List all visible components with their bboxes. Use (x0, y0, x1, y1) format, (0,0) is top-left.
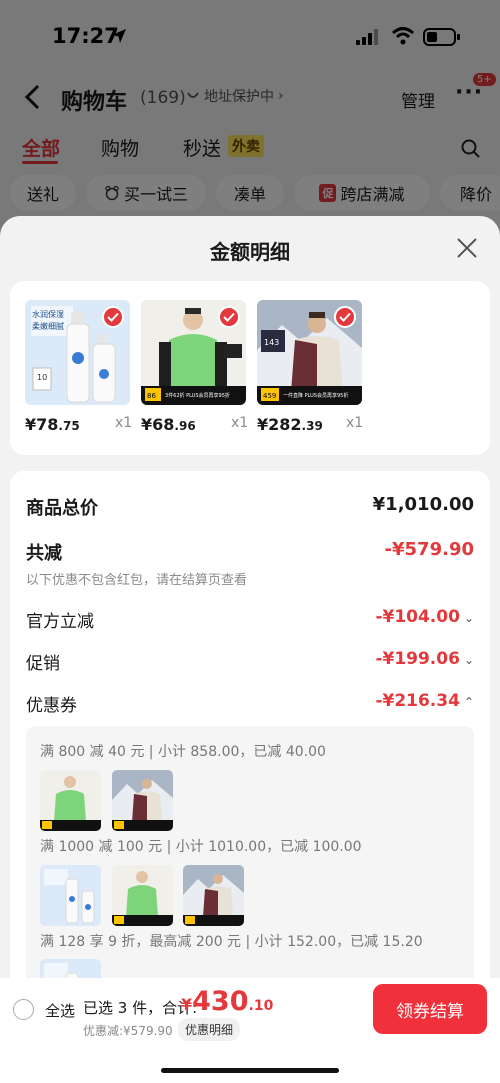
chevron-down-icon: ⌄ (463, 611, 474, 625)
coupon-product-shirt (112, 865, 173, 926)
svg-text:10: 10 (37, 373, 47, 382)
coupon-rule: 满 800 减 40 元 | 小计 858.00，已减 40.00 (40, 744, 326, 760)
total-price-label: 商品总价 (26, 498, 98, 519)
svg-text:一件直降 PLUS会员再享95折: 一件直降 PLUS会员再享95折 (283, 392, 348, 399)
checkout-bar: 全选 已选 3 件，合计: ¥430.10 优惠减:¥579.90 优惠明细 领… (0, 978, 500, 1083)
svg-text:水润保湿: 水润保湿 (32, 309, 64, 319)
product-image-skincare[interactable]: 水润保湿 柔嫩细腻 10 (25, 300, 130, 405)
product-thumbnails-card: 水润保湿 柔嫩细腻 10 ¥78.75 x1 86 3件62折 PLUS会员再享… (10, 281, 490, 455)
product-image-shirt[interactable]: 86 3件62折 PLUS会员再享95折 (141, 300, 246, 405)
svg-text:143: 143 (264, 338, 279, 347)
product-price: ¥68.96 (141, 415, 196, 434)
coupon-product-jacket (183, 865, 244, 926)
total-reduction-value: -¥579.90 (384, 539, 474, 560)
official-discount-label: 官方立减 (26, 612, 94, 632)
coupon-product-skincare (40, 865, 101, 926)
svg-text:3件62折 PLUS会员再享95折: 3件62折 PLUS会员再享95折 (165, 392, 230, 399)
svg-text:86: 86 (147, 392, 156, 400)
coupon-rule: 满 1000 减 100 元 | 小计 1010.00，已减 100.00 (40, 839, 362, 855)
selected-check-icon[interactable] (218, 306, 240, 328)
total-reduction-label: 共减 (26, 543, 62, 564)
coupon-product-shirt (40, 770, 101, 831)
home-indicator (161, 1068, 339, 1073)
sheet-title: 金额明细 (210, 240, 290, 264)
select-all-radio[interactable] (13, 999, 34, 1020)
svg-text:459: 459 (263, 392, 276, 400)
product-image-jacket[interactable]: 143 459 一件直降 PLUS会员再享95折 (257, 300, 362, 405)
product-qty: x1 (231, 415, 249, 431)
coupon-label: 优惠券 (26, 696, 77, 716)
reduction-note: 以下优惠不包含红包，请在结算页查看 (26, 573, 248, 588)
total-price-value: ¥1,010.00 (372, 494, 474, 515)
product-price: ¥282.39 (257, 415, 323, 434)
selected-check-icon[interactable] (334, 306, 356, 328)
close-icon[interactable] (455, 236, 479, 260)
chevron-down-icon: ⌄ (463, 653, 474, 667)
coupon-row[interactable]: -¥216.34 ⌃ (375, 691, 474, 711)
coupon-product-jacket (112, 770, 173, 831)
official-discount-row[interactable]: -¥104.00 ⌄ (375, 607, 474, 627)
total-amount: ¥430.10 (181, 986, 274, 1017)
product-price: ¥78.75 (25, 415, 80, 434)
selected-check-icon[interactable] (102, 306, 124, 328)
promotion-label: 促销 (26, 654, 60, 674)
discount-summary: 优惠减:¥579.90 (83, 1024, 173, 1038)
chevron-up-icon: ⌃ (463, 695, 474, 709)
coupon-rule: 满 128 享 9 折，最高减 200 元 | 小计 152.00，已减 15.… (40, 934, 423, 950)
checkout-button[interactable]: 领券结算 (373, 984, 487, 1034)
product-qty: x1 (115, 415, 133, 431)
amount-detail-sheet: 金额明细 水润保湿 柔嫩细腻 10 ¥78.75 x1 86 3件62折 PLU… (0, 216, 500, 1083)
select-all-label[interactable]: 全选 (45, 1000, 75, 1021)
discount-detail-button[interactable]: 优惠明细 (178, 1018, 241, 1041)
svg-text:柔嫩细腻: 柔嫩细腻 (32, 321, 64, 331)
promotion-row[interactable]: -¥199.06 ⌄ (375, 649, 474, 669)
product-qty: x1 (346, 415, 364, 431)
